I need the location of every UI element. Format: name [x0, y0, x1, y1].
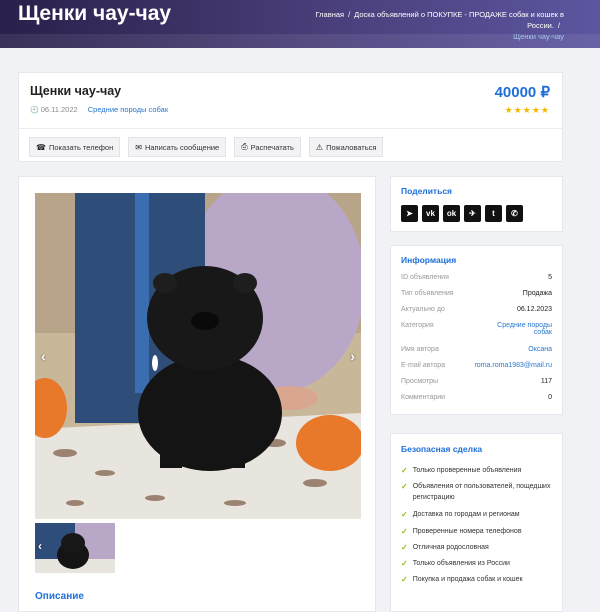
- send-message-button[interactable]: ✉ Написать сообщение: [128, 137, 227, 157]
- safe-deal-item: ✓ Только объявления из России: [401, 558, 556, 569]
- odnoklassniki-icon[interactable]: ok: [443, 205, 460, 222]
- ad-date: 🕘 06.11.2022: [30, 105, 78, 114]
- check-icon: ✓: [401, 527, 408, 536]
- info-label: ID объявления: [401, 274, 449, 281]
- ad-title: Щенки чау-чау: [30, 84, 122, 98]
- info-row-type: Тип объявления Продажа: [401, 290, 552, 297]
- breadcrumb: Главная / Доска объявлений о ПОКУПКЕ - ПРО…: [315, 10, 564, 41]
- info-category-link[interactable]: Средние породы собак: [482, 322, 552, 336]
- safe-deal-item: ✓ Объявления от пользователей, пощедших р…: [401, 481, 556, 503]
- share-title: Поделиться: [401, 186, 453, 196]
- show-phone-button[interactable]: ☎ Показать телефон: [29, 137, 121, 157]
- safe-deal-item: ✓ Покупка и продажа собак и кошек: [401, 574, 556, 585]
- gallery-card: ‹ › ‹ Описание: [18, 176, 376, 612]
- warning-icon: ⚠: [315, 142, 324, 152]
- safe-deal-card: Безопасная сделка ✓ Только проверенные об…: [390, 433, 563, 612]
- safe-deal-text: Объявления от пользователей, пощедших ре…: [412, 483, 551, 501]
- thumb-prev-arrow[interactable]: ‹: [38, 539, 42, 553]
- info-value: Продажа: [522, 290, 552, 297]
- envelope-icon: ✉: [135, 142, 142, 152]
- phone-icon: ☎: [36, 142, 46, 152]
- clock-icon: 🕘: [30, 107, 39, 114]
- info-title: Информация: [401, 255, 457, 265]
- info-row-email: E-mail автора roma.roma1983@mail.ru: [401, 362, 552, 369]
- info-label: Имя автора: [401, 346, 439, 353]
- send-message-label: Написать сообщение: [144, 142, 220, 152]
- page-title: Щенки чау-чау: [18, 2, 172, 25]
- safe-deal-text: Проверенные номера телефонов: [412, 528, 522, 535]
- prev-photo-arrow[interactable]: ‹: [41, 348, 46, 364]
- description-heading: Описание: [35, 591, 84, 602]
- info-card: Информация ID объявления 5 Тип объявления…: [390, 245, 563, 415]
- info-row-comments: Комментарии 0: [401, 394, 552, 401]
- info-value: 5: [548, 274, 552, 281]
- safe-deal-title: Безопасная сделка: [401, 444, 483, 454]
- check-icon: ✓: [401, 482, 408, 491]
- ad-meta: 🕘 06.11.2022 Средние породы собак: [30, 105, 168, 114]
- info-label: Тип объявления: [401, 290, 454, 297]
- rating-stars[interactable]: ★★★★★: [505, 105, 550, 116]
- ad-price: 40000 ₽: [494, 84, 550, 101]
- info-row-views: Просмотры 117: [401, 378, 552, 385]
- whatsapp-icon[interactable]: ✆: [506, 205, 523, 222]
- info-label: Просмотры: [401, 378, 438, 385]
- share-card: Поделиться ➤ vk ok ✈ t ✆: [390, 176, 563, 232]
- show-phone-label: Показать телефон: [48, 142, 114, 152]
- check-icon: ✓: [401, 559, 408, 568]
- info-value: 0: [548, 394, 552, 401]
- safe-deal-item: ✓ Только проверенные объявления: [401, 465, 556, 476]
- check-icon: ✓: [401, 510, 408, 519]
- printer-icon: ⎙: [241, 142, 248, 151]
- photo-thumbnail[interactable]: ‹: [35, 523, 115, 573]
- info-row-id: ID объявления 5: [401, 274, 552, 281]
- telegram-icon[interactable]: ✈: [464, 205, 481, 222]
- main-photo[interactable]: ‹ ›: [35, 193, 361, 519]
- info-value: 06.12.2023: [516, 306, 552, 313]
- safe-deal-text: Покупка и продажа собак и кошек: [412, 576, 523, 583]
- header-banner: Щенки чау-чау Главная / Доска объявлений о…: [0, 0, 600, 48]
- breadcrumb-current: Щенки чау-чау: [513, 32, 564, 41]
- safe-deal-item: ✓ Отличная родословная: [401, 542, 556, 553]
- report-label: Пожаловаться: [326, 142, 377, 152]
- safe-deal-item: ✓ Доставка по городам и регионам: [401, 509, 556, 520]
- info-label: Актуально до: [401, 306, 445, 313]
- breadcrumb-board[interactable]: Доска объявлений о ПОКУПКЕ - ПРОДАЖЕ соб…: [354, 10, 564, 30]
- ad-date-text: 06.11.2022: [40, 105, 78, 114]
- safe-deal-text: Только проверенные объявления: [412, 467, 522, 474]
- check-icon: ✓: [401, 543, 408, 552]
- ad-header-card: Щенки чау-чау 🕘 06.11.2022 Средние породы…: [18, 72, 563, 162]
- breadcrumb-home[interactable]: Главная: [316, 10, 345, 19]
- safe-deal-text: Только объявления из России: [412, 560, 510, 567]
- ad-actions: ☎ Показать телефон ✉ Написать сообщение ⎙ Р…: [29, 137, 384, 157]
- social-buttons: ➤ vk ok ✈ t ✆: [401, 205, 523, 222]
- info-label: E-mail автора: [401, 362, 446, 369]
- safe-deal-text: Доставка по городам и регионам: [412, 511, 520, 518]
- info-value: 117: [540, 378, 552, 385]
- divider: [19, 128, 562, 129]
- info-label: Категория: [401, 322, 434, 329]
- info-row-valid-until: Актуально до 06.12.2023: [401, 306, 552, 313]
- info-author-link[interactable]: Оксана: [528, 346, 552, 353]
- next-photo-arrow[interactable]: ›: [350, 348, 355, 364]
- thumbnail-image: [35, 523, 115, 573]
- puppy-photo: [35, 193, 361, 519]
- info-email-link[interactable]: roma.roma1983@mail.ru: [474, 362, 552, 369]
- check-icon: ✓: [401, 466, 408, 475]
- check-icon: ✓: [401, 575, 408, 584]
- safe-deal-item: ✓ Проверенные номера телефонов: [401, 526, 556, 537]
- twitter-icon[interactable]: t: [485, 205, 502, 222]
- info-row-category: Категория Средние породы собак: [401, 322, 552, 336]
- safe-deal-text: Отличная родословная: [412, 544, 489, 551]
- report-button[interactable]: ⚠ Пожаловаться: [308, 137, 384, 157]
- info-label: Комментарии: [401, 394, 446, 401]
- print-button[interactable]: ⎙ Распечатать: [234, 137, 301, 157]
- ad-category-link[interactable]: Средние породы собак: [88, 105, 168, 114]
- vk-icon[interactable]: vk: [422, 205, 439, 222]
- telegram-send-icon[interactable]: ➤: [401, 205, 418, 222]
- print-label: Распечатать: [250, 142, 294, 152]
- info-row-author: Имя автора Оксана: [401, 346, 552, 353]
